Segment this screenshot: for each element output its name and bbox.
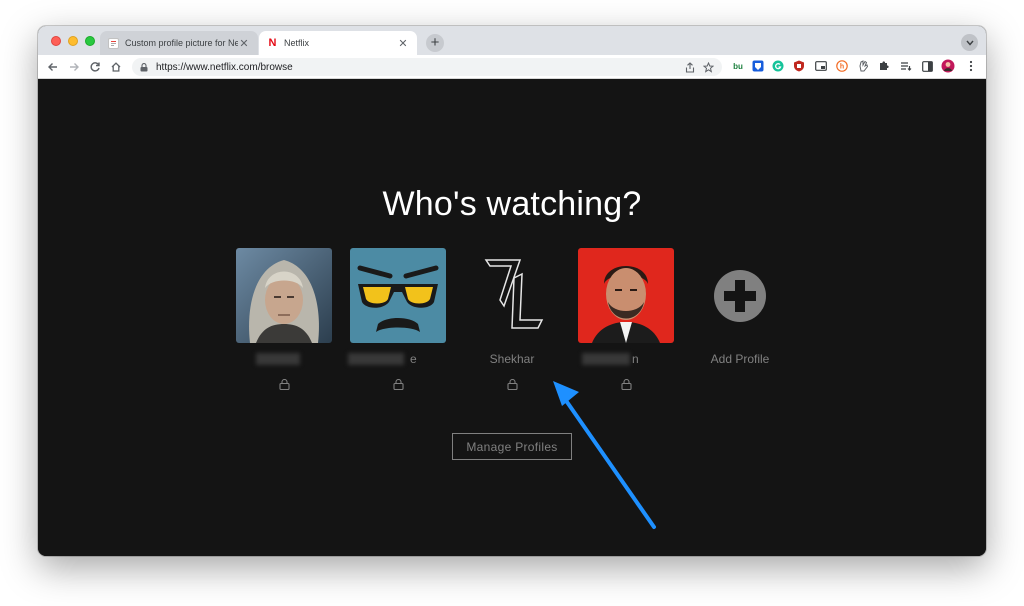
close-tab-icon[interactable]: ✕ [238,37,250,50]
plus-circle-icon [714,269,766,322]
tab-title: Netflix [284,38,310,48]
honey-icon[interactable]: h [835,59,849,73]
close-window-button[interactable] [51,36,61,46]
add-profile-label: Add Profile [710,352,770,366]
share-icon[interactable] [685,61,695,73]
tab-custom-profile-picture[interactable]: Custom profile picture for Netfl ✕ [100,31,258,55]
profile-lock-icon [619,379,633,393]
reload-icon [90,62,100,72]
page-title: Who's watching? [382,185,642,223]
blurred-name-redaction [582,353,630,365]
svg-text:h: h [840,64,844,71]
url-text: https://www.netflix.com/browse [156,61,293,73]
profile-name: e [340,352,456,366]
profile-lock-icon [277,379,291,393]
add-profile-button[interactable] [692,248,788,343]
grammarly-icon[interactable] [771,59,785,73]
profile-name: n [568,352,684,366]
address-bar[interactable]: https://www.netflix.com/browse [132,58,722,76]
avatar[interactable] [236,248,332,343]
profile-avatar-icon[interactable] [941,59,955,73]
bitwarden-icon[interactable] [751,59,765,73]
new-tab-button[interactable]: + [426,34,444,52]
profile-card[interactable]: n [578,248,674,390]
back-arrow-icon [48,63,57,71]
browser-window: Custom profile picture for Netfl ✕ N Net… [38,26,986,556]
lock-icon[interactable] [140,62,148,72]
forward-button[interactable] [65,58,83,76]
sunglasses-face-image [350,248,446,343]
avatar[interactable] [578,248,674,343]
zl-logo-image [464,248,560,343]
witcher-portrait-image [236,248,332,343]
tab-netflix[interactable]: N Netflix ✕ [259,31,417,55]
ublock-icon[interactable] [792,59,806,73]
reload-button[interactable] [86,58,104,76]
window-controls [51,36,95,46]
hand-icon[interactable] [856,59,870,73]
profile-card[interactable]: Shekhar [464,248,560,390]
puzzle-icon[interactable] [877,59,891,73]
add-profile-card[interactable]: Add Profile [692,248,788,366]
home-button[interactable] [107,58,125,76]
chevron-down-icon [965,40,974,46]
manage-profiles-button[interactable]: Manage Profiles [452,433,572,460]
blurred-name-redaction [256,353,300,365]
profile-name: Shekhar [489,352,535,366]
profile-card[interactable]: e [348,248,446,390]
netflix-n-icon: N [268,37,277,49]
kebab-menu-icon[interactable] [964,59,978,73]
picture-in-picture-icon[interactable] [814,59,828,73]
browser-toolbar: https://www.netflix.com/browse bu h [38,55,986,79]
netflix-profile-gate: Who's watching? e Shekhar n Add Profile … [38,79,986,556]
avatar[interactable] [464,248,560,343]
fullscreen-window-button[interactable] [85,36,95,46]
back-button[interactable] [44,58,62,76]
bu-extension-icon[interactable]: bu [731,59,745,73]
profile-card[interactable] [236,248,332,390]
side-panel-icon[interactable] [920,59,934,73]
profile-lock-icon [505,379,519,393]
tab-search-button[interactable] [961,34,978,51]
home-icon [111,62,121,72]
blurred-name-redaction [348,353,404,365]
forward-arrow-icon [70,63,79,71]
profile-lock-icon [391,379,405,393]
bookmark-star-icon[interactable] [703,61,714,73]
minimize-window-button[interactable] [68,36,78,46]
google-doc-icon [108,37,119,49]
lucifer-portrait-image [578,248,674,343]
tab-strip: Custom profile picture for Netfl ✕ N Net… [38,26,986,55]
close-tab-icon[interactable]: ✕ [397,37,409,50]
reading-list-icon[interactable] [899,59,913,73]
avatar[interactable] [350,248,446,343]
tab-title: Custom profile picture for Netfl [125,38,238,48]
profile-name [226,352,342,366]
